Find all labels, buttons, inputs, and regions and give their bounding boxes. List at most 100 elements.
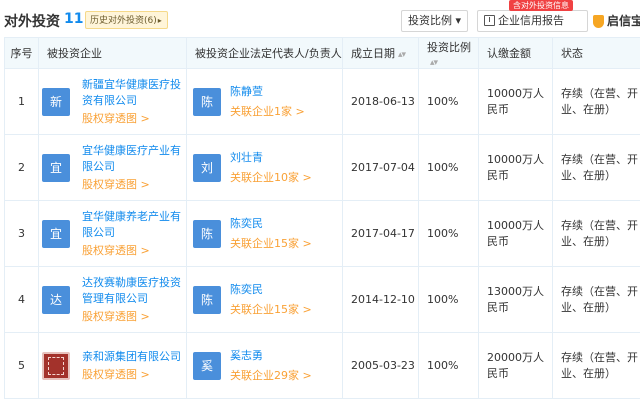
table-row: 5 亲和源集团有限公司 股权穿透图 > 奚奚志勇 关联企业29家 >2005-03-23… [4,332,640,399]
equity-chart-link[interactable]: 股权穿透图 > [82,111,186,127]
representative-avatar: 刘 [193,153,221,182]
shield-icon [593,15,604,28]
row-index: 1 [4,68,39,135]
investment-ratio-dropdown[interactable]: 投资比例 ▾ [401,10,468,32]
company-status: 存续（在营、开业、在册） [552,134,640,201]
company-logo-image [42,351,70,380]
company-cell: 宜宜华健康养老产业有限公司股权穿透图 > [38,200,187,267]
representative-avatar: 陈 [193,285,221,314]
related-companies-link[interactable]: 关联企业15家 > [230,236,342,252]
company-name-link[interactable]: 亲和源集团有限公司 [82,349,186,365]
column-header-date[interactable]: 成立日期 ▴▾ [342,37,419,69]
investment-ratio: 100% [418,266,479,333]
representative-cell: 陈陈奕民关联企业15家 > [186,266,343,333]
caret-right-icon: ▸ [157,16,162,25]
representative-name-link[interactable]: 奚志勇 [230,348,342,364]
related-companies-link[interactable]: 关联企业29家 > [230,368,342,384]
company-cell: 新新疆宜华健康医疗投资有限公司股权穿透图 > [38,68,187,135]
credit-report-label: 企业信用报告 [498,14,564,27]
row-index: 3 [4,200,39,267]
founded-date: 2014-12-10 [342,266,419,333]
row-index: 5 [4,332,39,399]
founded-date: 2017-07-04 [342,134,419,201]
brand-logo: 启信宝 [593,10,640,32]
credit-report-button[interactable]: 企业信用报告 [477,10,588,32]
related-companies-link[interactable]: 关联企业1家 > [230,104,342,120]
founded-date: 2017-04-17 [342,200,419,267]
subscribed-capital: 13000万人民币 [478,266,553,333]
report-tip-badge: 含对外投资信息 [509,0,573,11]
brand-name: 启信宝 [607,14,640,28]
subscribed-capital: 10000万人民币 [478,134,553,201]
investment-ratio: 100% [418,68,479,135]
company-logo: 达 [42,285,70,314]
equity-chart-link[interactable]: 股权穿透图 > [82,177,186,193]
representative-avatar: 陈 [193,87,221,116]
subscribed-capital: 10000万人民币 [478,200,553,267]
representative-cell: 刘刘壮青关联企业10家 > [186,134,343,201]
founded-date: 2005-03-23 [342,332,419,399]
related-companies-link[interactable]: 关联企业15家 > [230,302,342,318]
row-index: 4 [4,266,39,333]
investment-ratio: 100% [418,200,479,267]
representative-cell: 陈陈奕民关联企业15家 > [186,200,343,267]
company-name-link[interactable]: 宜华健康养老产业有限公司 [82,209,186,241]
history-investment-label: 历史对外投资(6) [90,16,157,26]
representative-name-link[interactable]: 陈奕民 [230,216,342,232]
table-row: 3 宜宜华健康养老产业有限公司 股权穿透图 > 陈陈奕民 关联企业15家 >2017-0… [4,200,640,267]
company-name-link[interactable]: 新疆宜华健康医疗投资有限公司 [82,77,186,109]
company-name-link[interactable]: 宜华健康医疗产业有限公司 [82,143,186,175]
sort-icon[interactable]: ▴▾ [430,58,438,68]
company-cell: 亲和源集团有限公司 股权穿透图 > [38,332,187,399]
representative-name-link[interactable]: 刘壮青 [230,150,342,166]
representative-cell: 陈陈静萱关联企业1家 > [186,68,343,135]
company-cell: 宜宜华健康医疗产业有限公司股权穿透图 > [38,134,187,201]
row-index: 2 [4,134,39,201]
representative-cell: 奚奚志勇关联企业29家 > [186,332,343,399]
related-companies-link[interactable]: 关联企业10家 > [230,170,342,186]
column-header-index: 序号 [4,37,39,69]
column-header-status: 状态 [552,37,640,69]
column-header-company: 被投资企业 [38,37,187,69]
company-status: 存续（在营、开业、在册） [552,68,640,135]
column-header-representative: 被投资企业法定代表人/负责人 [186,37,343,69]
chevron-down-icon: ▾ [451,14,462,27]
subscribed-capital: 20000万人民币 [478,332,553,399]
representative-avatar: 陈 [193,219,221,248]
table-row: 4 达达孜赛勒康医疗投资管理有限公司 股权穿透图 > 陈陈奕民 关联企业15家 >201… [4,266,640,333]
table-row: 2 宜宜华健康医疗产业有限公司 股权穿透图 > 刘刘壮青 关联企业10家 >2017-0… [4,134,640,201]
table-row: 1 新新疆宜华健康医疗投资有限公司 股权穿透图 > 陈陈静萱 关联企业1家 >2018-… [4,68,640,135]
investment-count: 11 [64,11,84,27]
company-status: 存续（在营、开业、在册） [552,266,640,333]
company-logo: 新 [42,87,70,116]
table-header-row: 序号 被投资企业 被投资企业法定代表人/负责人 成立日期 ▴▾ 投资比例▴▾ 认缴… [4,37,640,69]
company-cell: 达达孜赛勒康医疗投资管理有限公司股权穿透图 > [38,266,187,333]
investment-ratio: 100% [418,332,479,399]
company-name-link[interactable]: 达孜赛勒康医疗投资管理有限公司 [82,275,186,307]
investment-header: 对外投资 11 历史对外投资(6)▸ 投资比例 ▾ 企业信用报告 含对外投资信息… [0,0,640,40]
company-logo: 宜 [42,153,70,182]
company-status: 存续（在营、开业、在册） [552,200,640,267]
founded-date: 2018-06-13 [342,68,419,135]
company-logo: 宜 [42,219,70,248]
investment-ratio: 100% [418,134,479,201]
ratio-header-label: 投资比例 [427,40,471,54]
equity-chart-link[interactable]: 股权穿透图 > [82,367,186,383]
section-title: 对外投资 [4,14,60,30]
download-icon [484,15,495,26]
sort-icon[interactable]: ▴▾ [398,50,406,60]
investment-ratio-label: 投资比例 [407,14,452,27]
subscribed-capital: 10000万人民币 [478,68,553,135]
seal-icon [48,356,64,375]
date-header-label: 成立日期 [351,47,395,60]
representative-name-link[interactable]: 陈静萱 [230,84,342,100]
equity-chart-link[interactable]: 股权穿透图 > [82,309,186,325]
company-status: 存续（在营、开业、在册） [552,332,640,399]
representative-avatar: 奚 [193,351,221,380]
history-investment-tag[interactable]: 历史对外投资(6)▸ [85,11,168,29]
equity-chart-link[interactable]: 股权穿透图 > [82,243,186,259]
column-header-ratio[interactable]: 投资比例 ▴▾ [418,37,479,69]
representative-name-link[interactable]: 陈奕民 [230,282,342,298]
column-header-capital: 认缴金额 [478,37,553,69]
investment-table: 序号 被投资企业 被投资企业法定代表人/负责人 成立日期 ▴▾ 投资比例▴▾ 认缴… [4,37,640,399]
